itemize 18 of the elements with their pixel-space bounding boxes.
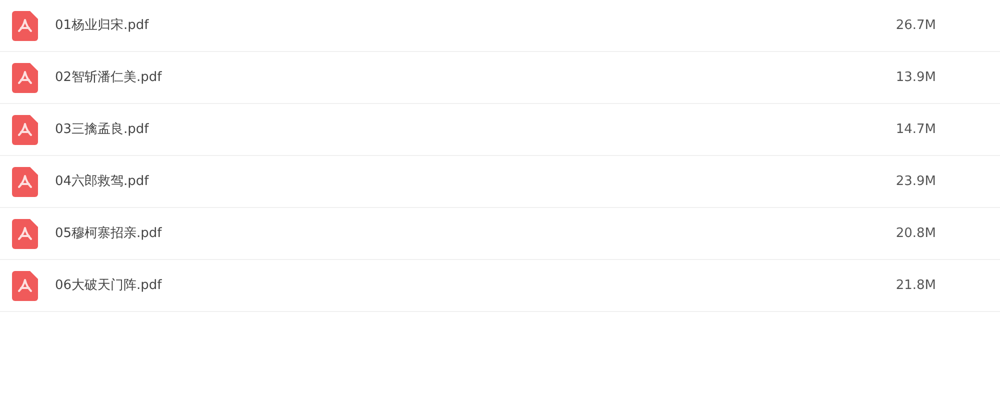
file-size: 20.8M — [896, 224, 936, 243]
pdf-file-icon — [12, 270, 38, 300]
pdf-file-icon — [12, 114, 38, 144]
file-size: 26.7M — [896, 16, 936, 35]
file-name[interactable]: 05穆柯寨招亲.pdf — [55, 224, 162, 244]
pdf-file-icon — [12, 10, 38, 40]
pdf-file-icon — [12, 166, 38, 196]
file-size: 13.9M — [896, 68, 936, 87]
file-size: 14.7M — [896, 120, 936, 139]
file-size: 21.8M — [896, 276, 936, 295]
file-name[interactable]: 01杨业归宋.pdf — [55, 16, 149, 36]
pdf-file-icon — [12, 218, 38, 248]
pdf-file-icon — [12, 62, 38, 92]
file-name[interactable]: 06大破天门阵.pdf — [55, 276, 162, 296]
file-name[interactable]: 04六郎救驾.pdf — [55, 172, 149, 192]
file-size: 23.9M — [896, 172, 936, 191]
file-name[interactable]: 02智斩潘仁美.pdf — [55, 68, 162, 88]
file-name[interactable]: 03三擒孟良.pdf — [55, 120, 149, 140]
